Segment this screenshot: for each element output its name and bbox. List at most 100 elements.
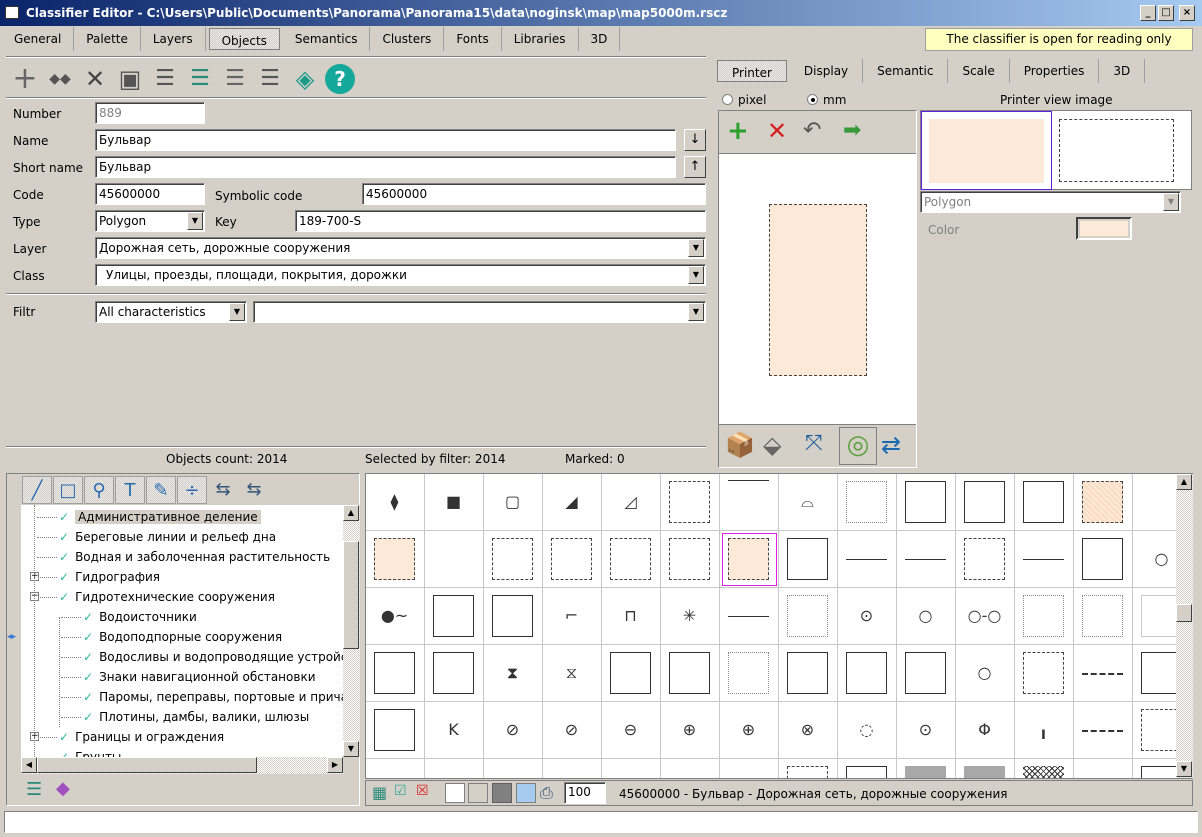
tree-item[interactable]: ✓ Границы и ограждения [59, 727, 224, 747]
tab-fonts[interactable]: Fonts [444, 27, 502, 51]
tree-item[interactable]: ✓ Плотины, дамбы, валики, шлюзы [83, 707, 309, 727]
bg-white-button[interactable] [445, 783, 465, 803]
tree-item[interactable]: ✓ Паромы, переправы, портовые и причальны… [83, 687, 343, 707]
bg-dark-button[interactable] [492, 783, 512, 803]
tab-palette[interactable]: Palette [74, 27, 141, 51]
tab-3d[interactable]: 3D [579, 27, 621, 51]
symbol-cell[interactable] [720, 759, 779, 778]
chevron-down-icon[interactable]: ▼ [688, 303, 704, 321]
symbol-cell[interactable] [366, 702, 425, 759]
mark-list-icon[interactable]: ☰ [26, 779, 42, 800]
tab-objects[interactable]: Objects [208, 28, 280, 50]
primitive-type-select[interactable]: Polygon ▼ [920, 191, 1181, 213]
tree-item[interactable]: ✓ Гидротехнические сооружения [59, 587, 275, 607]
check-icon[interactable]: ✓ [59, 730, 69, 744]
symbol-cell[interactable] [661, 531, 720, 588]
tab-printer[interactable]: Printer [717, 60, 787, 82]
symbol-cell[interactable] [602, 645, 661, 702]
symbol-cell[interactable]: Φ [956, 702, 1015, 759]
chevron-down-icon[interactable]: ▼ [1163, 193, 1179, 211]
help-icon[interactable]: ? [325, 64, 355, 94]
radio-icon[interactable] [722, 94, 733, 105]
symbol-cell[interactable]: ✳ [661, 588, 720, 645]
scroll-up-button[interactable]: ▲ [343, 505, 359, 521]
subtitle-tool-icon[interactable]: ÷ [177, 476, 207, 504]
tree-item[interactable]: ✓ Водосливы и водопроводящие устройства [83, 647, 343, 667]
layer-sort-icon[interactable]: ⇆ [208, 476, 238, 504]
tree-item[interactable]: ✓ Гидрография [59, 567, 160, 587]
symbol-cell[interactable] [366, 759, 425, 778]
symbol-cell[interactable] [425, 759, 484, 778]
splitter-handle[interactable]: ◂▸ [7, 632, 16, 642]
unselect-all-icon[interactable]: ☒ [416, 783, 429, 799]
symbol-cell[interactable] [484, 531, 543, 588]
list-copy-icon[interactable]: ☰ [185, 64, 215, 94]
scroll-up-button[interactable]: ▲ [1176, 474, 1192, 490]
tab-layers[interactable]: Layers [141, 27, 206, 51]
tab-3d[interactable]: 3D [1099, 59, 1146, 83]
minimize-button[interactable]: _ [1140, 5, 1156, 21]
symbol-cell[interactable] [543, 531, 602, 588]
symbol-cell[interactable] [1074, 474, 1133, 531]
swap-icon[interactable]: ⇄ [881, 431, 901, 459]
symbol-cell[interactable]: ○ [956, 645, 1015, 702]
symbol-cell[interactable] [366, 531, 425, 588]
type-select[interactable]: Polygon ▼ [95, 210, 205, 232]
expand-icon[interactable]: ⤧ [805, 431, 823, 456]
add-icon[interactable]: + [10, 64, 40, 94]
symbol-cell[interactable] [779, 645, 838, 702]
list-remove-icon[interactable]: ☰ [255, 64, 285, 94]
close-button[interactable]: × [1179, 5, 1195, 21]
symbol-cell[interactable] [720, 474, 779, 531]
symbol-cell[interactable]: ○-○ [956, 588, 1015, 645]
symbol-cell[interactable] [425, 531, 484, 588]
tab-display[interactable]: Display [790, 59, 864, 83]
check-icon[interactable]: ✓ [83, 710, 93, 724]
symbol-cell[interactable] [1074, 588, 1133, 645]
symbol-cell[interactable]: K [425, 702, 484, 759]
hscroll-thumb[interactable] [37, 757, 257, 773]
point-tool-icon[interactable]: ⚲ [84, 476, 114, 504]
symbol-cell[interactable]: ⧫ [366, 474, 425, 531]
symbol-cell[interactable] [838, 645, 897, 702]
check-icon[interactable]: ✓ [59, 530, 69, 544]
text-tool-icon[interactable]: T [115, 476, 145, 504]
view-secondary[interactable] [1059, 119, 1174, 182]
grid-vscrollbar[interactable]: ▲ ▼ [1176, 474, 1193, 778]
bg-blue-button[interactable] [516, 783, 536, 803]
symbol-cell[interactable] [720, 531, 779, 588]
symbol-cell[interactable] [897, 645, 956, 702]
unit-mm-radio[interactable]: mm [807, 93, 846, 107]
symbol-cell[interactable]: ⌓ [779, 474, 838, 531]
add-primitive-icon[interactable]: + [727, 117, 749, 145]
scroll-left-button[interactable]: ◀ [21, 757, 37, 773]
filter-select[interactable]: All characteristics ▼ [95, 301, 247, 323]
symbol-cell[interactable] [1015, 645, 1074, 702]
list-paste-icon[interactable]: ☰ [220, 64, 250, 94]
compress-icon[interactable]: ◎ [839, 427, 877, 465]
symbol-cell[interactable] [897, 474, 956, 531]
symbol-cell[interactable] [484, 588, 543, 645]
symbol-cell[interactable] [484, 759, 543, 778]
unit-pixel-radio[interactable]: pixel [722, 93, 766, 107]
check-icon[interactable]: ✓ [83, 670, 93, 684]
symbol-cell[interactable] [956, 474, 1015, 531]
radio-checked-icon[interactable] [807, 94, 818, 105]
symbol-cell[interactable] [838, 531, 897, 588]
type-sort-icon[interactable]: ⇆ [239, 476, 269, 504]
symbol-cell[interactable] [543, 759, 602, 778]
symbol-cell[interactable] [897, 759, 956, 778]
arrow-right-icon[interactable]: ➡ [843, 117, 861, 145]
symbol-cell[interactable]: ⊙ [897, 702, 956, 759]
chevron-down-icon[interactable]: ▼ [187, 212, 203, 230]
symbol-grid[interactable]: ⧫ ■ ▢ ◢ ◿ ⌓ ○ ●~ ⌐ ⊓ ✳ ⊙ ○ ○-○ ⧗ ⧖ ○ K ⊘ ⊘ ⊖ ⊕ ⊕ ⊗ ◌ ⊙ Φ ╻ [365, 473, 1193, 779]
symbol-cell[interactable]: ⊓ [602, 588, 661, 645]
tab-libraries[interactable]: Libraries [502, 27, 579, 51]
key-field[interactable]: 189-700-S [295, 210, 706, 232]
move-up-button[interactable]: ↑ [684, 156, 706, 178]
symbol-cell[interactable] [366, 645, 425, 702]
symbol-cell[interactable]: ⧖ [543, 645, 602, 702]
scroll-thumb[interactable] [343, 541, 359, 649]
layer-tree[interactable]: ✓ Административное деление ✓ Береговые лини… [21, 505, 343, 757]
class-select[interactable]: Улицы, проезды, площади, покрытия, дорож… [95, 264, 706, 286]
